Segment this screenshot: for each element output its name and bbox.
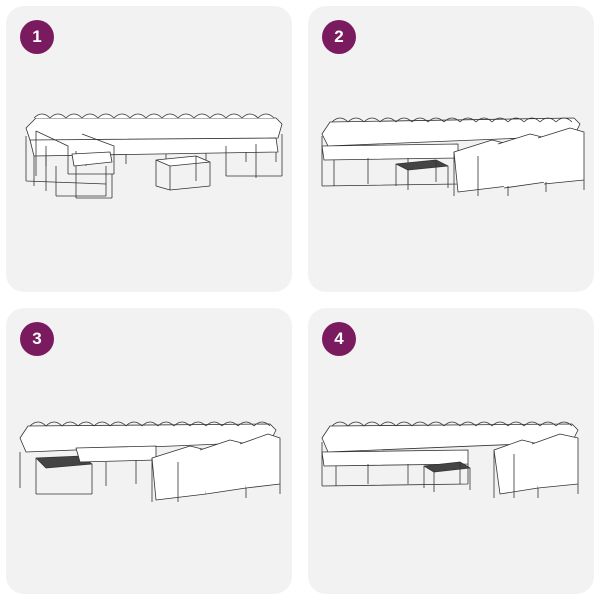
sofa-illustration-1 [6, 6, 292, 292]
arrangement-panel-1: 1 [6, 6, 292, 292]
sofa-illustration-2 [308, 6, 594, 292]
sofa-illustration-3 [6, 308, 292, 594]
sofa-illustration-4 [308, 308, 594, 594]
arrangement-panel-4: 4 [308, 308, 594, 594]
arrangement-panel-3: 3 [6, 308, 292, 594]
arrangement-panel-2: 2 [308, 6, 594, 292]
